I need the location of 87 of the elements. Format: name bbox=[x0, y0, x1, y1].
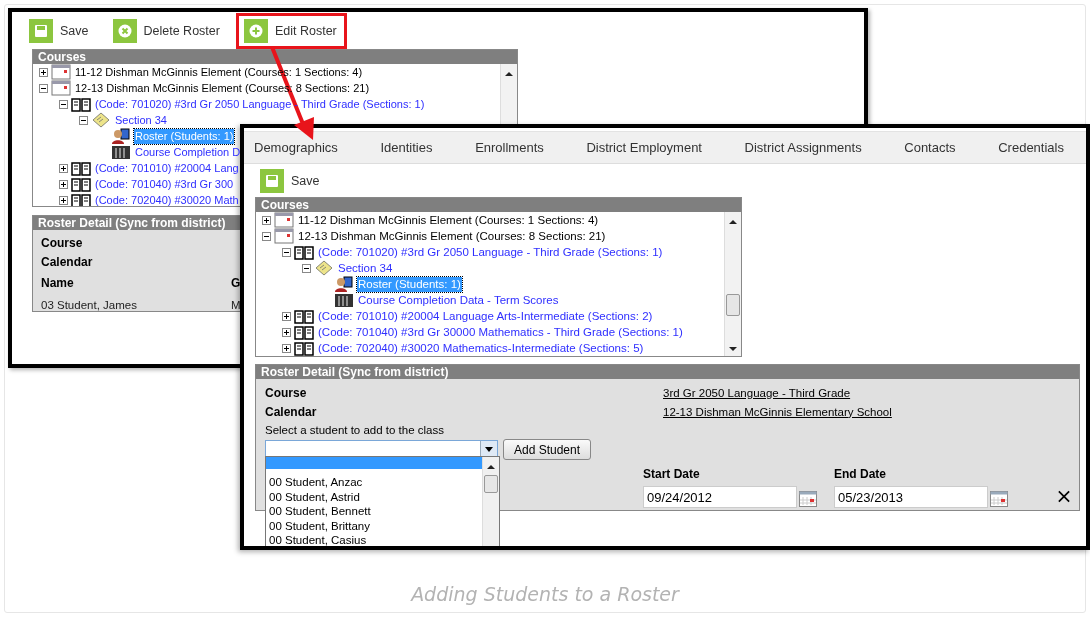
table-cell: M bbox=[231, 299, 241, 311]
dropdown-option[interactable]: 00 Student, Casius bbox=[266, 533, 482, 546]
close-icon[interactable] bbox=[1058, 490, 1070, 503]
grid-icon bbox=[111, 144, 131, 160]
scrollbar[interactable] bbox=[724, 212, 741, 356]
dropdown-option[interactable]: 00 Student, Anzac bbox=[266, 475, 482, 490]
grid-icon bbox=[334, 292, 354, 308]
tab[interactable]: District Employment bbox=[586, 136, 702, 159]
scrollbar[interactable] bbox=[482, 457, 499, 546]
field-label: Start Date bbox=[643, 468, 701, 483]
field-label: Course bbox=[41, 235, 83, 252]
tree-item[interactable]: (Code: 701040) #3rd Gr 30000 Mathematics - Third Grade (Sections: 1) bbox=[317, 324, 684, 340]
date-field[interactable]: 09/24/2012 bbox=[643, 486, 797, 508]
tab[interactable]: Credentials bbox=[998, 136, 1064, 159]
tree-item[interactable]: Section 34 bbox=[114, 112, 168, 128]
add-student-button[interactable]: Add Student bbox=[503, 439, 592, 460]
book-icon bbox=[294, 244, 314, 260]
book-icon bbox=[294, 308, 314, 324]
book-icon bbox=[71, 160, 91, 176]
field-label: Select a student to add to the class bbox=[265, 423, 445, 438]
calendar-icon[interactable] bbox=[799, 491, 817, 507]
field-label: Course bbox=[265, 385, 308, 400]
book-icon bbox=[71, 96, 91, 112]
date-field[interactable]: 05/23/2013 bbox=[834, 486, 988, 508]
add-icon bbox=[243, 19, 268, 43]
collapse-icon[interactable] bbox=[79, 115, 88, 125]
dropdown-option[interactable]: 00 Student, Bennett bbox=[266, 504, 482, 519]
table-cell-text: 03 Student, James bbox=[41, 299, 138, 311]
calendar-icon bbox=[51, 64, 71, 80]
figure-caption: Adding Students to a Roster bbox=[409, 583, 681, 607]
note-icon bbox=[314, 260, 334, 276]
tab[interactable]: District Assignments bbox=[744, 136, 862, 159]
field-link[interactable]: 3rd Gr 2050 Language - Third Grade bbox=[663, 386, 851, 399]
tree-item[interactable]: (Code: 701010) #20004 Lang bbox=[94, 160, 240, 176]
tab[interactable]: Enrollments bbox=[475, 136, 544, 159]
tree-item[interactable]: (Code: 701020) #3rd Gr 2050 Language - Third Grade (Sections: 1) bbox=[94, 96, 426, 112]
expand-icon[interactable] bbox=[39, 67, 48, 77]
note-icon bbox=[91, 112, 111, 128]
collapse-icon[interactable] bbox=[59, 99, 68, 109]
panel-header: Courses bbox=[33, 50, 517, 64]
expand-icon[interactable] bbox=[282, 343, 291, 353]
tree-item[interactable]: (Code: 701010) #20004 Language Arts-Intermediate (Sections: 2) bbox=[317, 308, 654, 324]
field-label: End Date bbox=[834, 468, 887, 483]
calendar-icon[interactable] bbox=[990, 491, 1008, 507]
delete-icon bbox=[112, 19, 137, 43]
column-header: Name bbox=[41, 276, 75, 290]
tree-item[interactable]: Course Completion Data - Term Scores bbox=[357, 292, 560, 308]
expand-icon[interactable] bbox=[282, 311, 291, 321]
save-icon bbox=[260, 169, 284, 193]
person-icon bbox=[334, 276, 354, 292]
dropdown-option[interactable]: 00 Student, Astrid bbox=[266, 489, 482, 504]
tree-item[interactable]: (Code: 702040) #30020 Mathematics-Intermediate (Sections: 5) bbox=[317, 340, 645, 356]
book-icon bbox=[71, 176, 91, 192]
expand-icon[interactable] bbox=[59, 179, 68, 189]
person-icon bbox=[111, 128, 131, 144]
collapse-icon[interactable] bbox=[282, 247, 291, 257]
tree-item[interactable]: Section 34 bbox=[337, 260, 394, 276]
calendar-icon bbox=[274, 228, 294, 244]
collapse-icon[interactable] bbox=[302, 263, 311, 273]
panel-header: Roster Detail (Sync from district) bbox=[256, 365, 1079, 379]
tab[interactable]: Demographics bbox=[254, 136, 338, 159]
save-button[interactable]: Save bbox=[21, 13, 99, 49]
tree-item[interactable]: Course Completion D bbox=[134, 144, 242, 160]
expand-icon[interactable] bbox=[59, 163, 68, 173]
tree-item[interactable]: 12-13 Dishman McGinnis Element (Courses: 8 Sections: 21) bbox=[297, 228, 607, 244]
collapse-icon[interactable] bbox=[39, 83, 48, 93]
save-icon bbox=[29, 19, 53, 43]
tree-item[interactable]: (Code: 701020) #3rd Gr 2050 Language - Third Grade (Sections: 1) bbox=[317, 244, 664, 260]
collapse-icon[interactable] bbox=[262, 231, 271, 241]
field-link[interactable]: 12-13 Dishman McGinnis Elementary School bbox=[663, 405, 892, 418]
field-label: Calendar bbox=[41, 254, 93, 271]
tab[interactable]: Identities bbox=[380, 136, 433, 159]
expand-icon[interactable] bbox=[282, 327, 291, 337]
field-label: Calendar bbox=[265, 404, 318, 419]
panel-header: Courses bbox=[256, 198, 741, 212]
expand-icon[interactable] bbox=[262, 215, 271, 225]
expand-icon[interactable] bbox=[59, 195, 68, 205]
dropdown-option[interactable]: 00 Student, Brittany bbox=[266, 518, 482, 533]
scrollbar[interactable] bbox=[500, 64, 517, 126]
calendar-icon bbox=[274, 212, 294, 228]
column-header: G bbox=[231, 276, 241, 290]
tree-item[interactable]: (Code: 701040) #3rd Gr 300 bbox=[94, 176, 235, 192]
calendar-icon bbox=[51, 80, 71, 96]
delete-roster-button[interactable]: Delete Roster bbox=[104, 13, 230, 49]
tab[interactable]: Contacts bbox=[904, 136, 956, 159]
tree-item[interactable]: (Code: 702040) #30020 Math bbox=[94, 192, 240, 206]
book-icon bbox=[294, 324, 314, 340]
